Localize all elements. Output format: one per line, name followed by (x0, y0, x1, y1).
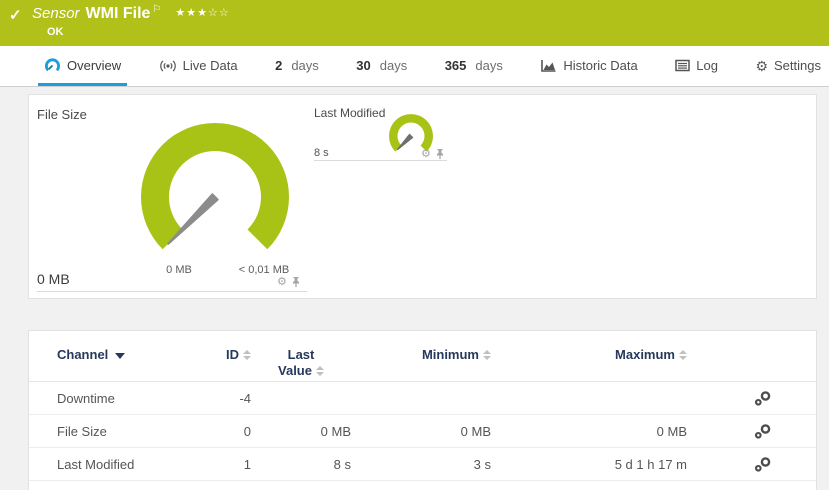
tab-30-days[interactable]: 30 days (350, 58, 413, 86)
table-row[interactable]: Downtime -4 (29, 382, 816, 415)
pin-icon[interactable] (291, 276, 301, 288)
tab-historic-data[interactable]: Historic Data (534, 58, 643, 86)
tab-settings[interactable]: ⚙ Settings (749, 58, 827, 86)
primary-gauge-title: File Size (37, 107, 87, 122)
tab-number: 365 (445, 58, 467, 73)
gauge-scale-min: 0 MB (157, 264, 201, 276)
status-badge: OK (47, 26, 819, 38)
tab-number: 30 (356, 58, 370, 73)
tab-label: Log (696, 58, 718, 73)
table-row[interactable]: File Size 0 0 MB 0 MB 0 MB (29, 415, 816, 448)
tab-label: Live Data (183, 58, 238, 73)
pin-icon[interactable] (435, 148, 445, 160)
column-header-maximum[interactable]: Maximum (491, 347, 687, 362)
gauge-icon (44, 57, 61, 73)
column-label: Value (278, 363, 312, 379)
tab-label: days (291, 58, 318, 73)
column-header-id[interactable]: ID (197, 347, 251, 362)
tab-label: days (475, 58, 502, 73)
tab-bar: Overview Live Data 2 days 30 days 365 da… (0, 46, 829, 87)
column-label: Last (288, 347, 315, 363)
column-header-channel[interactable]: Channel (29, 347, 197, 362)
sort-desc-icon (115, 353, 125, 359)
tab-label: Overview (67, 58, 121, 73)
file-size-gauge (135, 117, 295, 277)
sort-icon (483, 350, 491, 360)
column-header-last-value[interactable]: Last Value (251, 347, 351, 380)
gauge-needle (168, 194, 217, 243)
gauge-scale-max: < 0,01 MB (229, 264, 299, 276)
tab-log[interactable]: Log (669, 58, 724, 86)
tab-label: Settings (774, 58, 821, 73)
cell-channel[interactable]: File Size (29, 424, 197, 439)
sort-icon (679, 350, 687, 360)
gear-icon: ⚙ (755, 59, 768, 73)
check-icon: ✓ (9, 6, 22, 24)
gauges-panel: File Size 0 MB < 0,01 MB 0 MB ⚙ Last Mod… (28, 94, 817, 299)
historic-chart-icon (540, 59, 557, 73)
cell-maximum: 5 d 1 h 17 m (491, 457, 687, 472)
tab-label: days (380, 58, 407, 73)
sort-icon (316, 366, 324, 376)
sensor-status-header: ✓ Sensor WMI File ⚐ ★★★☆☆ OK (0, 0, 829, 46)
content-area: File Size 0 MB < 0,01 MB 0 MB ⚙ Last Mod… (0, 87, 829, 490)
tab-365-days[interactable]: 365 days (439, 58, 509, 86)
divider (37, 291, 307, 292)
channel-settings-icon[interactable] (754, 423, 772, 440)
gauge-needle (398, 135, 413, 150)
log-icon (675, 59, 690, 72)
secondary-gauge-title: Last Modified (314, 106, 385, 120)
gear-icon[interactable]: ⚙ (421, 149, 431, 160)
column-label: ID (226, 347, 239, 362)
cell-id: -4 (197, 391, 251, 406)
cell-last-value: 8 s (251, 457, 351, 472)
cell-id: 1 (197, 457, 251, 472)
flag-icon[interactable]: ⚐ (152, 4, 161, 15)
primary-gauge-value: 0 MB (37, 271, 70, 287)
channel-settings-icon[interactable] (754, 456, 772, 473)
table-header-row: Channel ID Last Value Minimum Maximum (29, 331, 816, 382)
tab-number: 2 (275, 58, 282, 73)
priority-stars[interactable]: ★★★☆☆ (175, 6, 229, 19)
tab-overview[interactable]: Overview (38, 57, 127, 86)
secondary-gauge-value: 8 s (314, 147, 329, 159)
cell-id: 0 (197, 424, 251, 439)
table-row[interactable]: Last Modified 1 8 s 3 s 5 d 1 h 17 m (29, 448, 816, 481)
tab-live-data[interactable]: Live Data (153, 58, 244, 86)
sensor-name: WMI File (86, 5, 151, 23)
tab-2-days[interactable]: 2 days (269, 58, 325, 86)
column-header-minimum[interactable]: Minimum (351, 347, 491, 362)
divider (314, 160, 447, 161)
column-label: Channel (57, 347, 108, 362)
cell-minimum: 3 s (351, 457, 491, 472)
sort-icon (243, 350, 251, 360)
sensor-type-label: Sensor (32, 5, 80, 22)
column-label: Minimum (422, 347, 479, 362)
channel-settings-icon[interactable] (754, 390, 772, 407)
channels-table: Channel ID Last Value Minimum Maximum (28, 330, 817, 490)
cell-minimum: 0 MB (351, 424, 491, 439)
live-data-icon (159, 59, 177, 73)
tab-label: Historic Data (563, 58, 637, 73)
cell-channel[interactable]: Last Modified (29, 457, 197, 472)
column-label: Maximum (615, 347, 675, 362)
gear-icon[interactable]: ⚙ (277, 277, 287, 288)
cell-last-value: 0 MB (251, 424, 351, 439)
cell-channel[interactable]: Downtime (29, 391, 197, 406)
cell-maximum: 0 MB (491, 424, 687, 439)
